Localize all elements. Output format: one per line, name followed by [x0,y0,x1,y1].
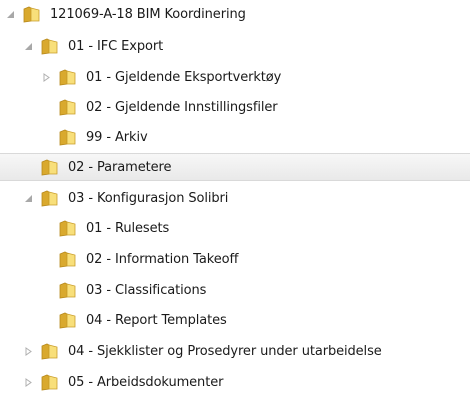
folder-icon [40,157,60,177]
folder-icon [58,67,78,87]
tree-item-label: 02 - Parametere [68,159,172,175]
tree-item-label: 01 - IFC Export [68,38,164,54]
expanded-arrow-icon[interactable] [22,40,34,52]
folder-icon [58,218,78,238]
tree-item-label: 03 - Konfigurasjon Solibri [68,190,229,206]
tree-item-gjeldende-eksportverktoy[interactable]: 01 - Gjeldende Eksportverktøy [0,63,470,91]
folder-icon [22,4,42,24]
tree-item-parametere[interactable]: 02 - Parametere [0,153,470,181]
tree-item-label: 121069-A-18 BIM Koordinering [50,6,246,22]
folder-icon [58,310,78,330]
tree-item-information-takeoff[interactable]: 02 - Information Takeoff [0,245,470,273]
tree-item-label: 01 - Rulesets [86,220,170,236]
folder-icon [58,280,78,300]
folder-tree: 121069-A-18 BIM Koordinering 01 - IFC Ex… [0,0,470,416]
folder-icon [58,249,78,269]
tree-item-report-templates[interactable]: 04 - Report Templates [0,306,470,334]
collapsed-arrow-icon[interactable] [40,71,52,83]
expanded-arrow-icon[interactable] [22,192,34,204]
tree-item-root[interactable]: 121069-A-18 BIM Koordinering [0,0,470,28]
tree-item-gjeldende-innstillingsfiler[interactable]: 02 - Gjeldende Innstillingsfiler [0,93,470,121]
tree-item-rulesets[interactable]: 01 - Rulesets [0,214,470,242]
expanded-arrow-icon[interactable] [4,8,16,20]
folder-icon [40,372,60,392]
collapsed-arrow-icon[interactable] [22,376,34,388]
tree-item-konfigurasjon-solibri[interactable]: 03 - Konfigurasjon Solibri [0,184,470,212]
tree-item-arbeidsdokumenter[interactable]: 05 - Arbeidsdokumenter [0,368,470,396]
folder-icon [58,97,78,117]
tree-item-label: 01 - Gjeldende Eksportverktøy [86,69,282,85]
tree-item-label: 02 - Information Takeoff [86,251,239,267]
tree-item-label: 02 - Gjeldende Innstillingsfiler [86,99,278,115]
tree-item-label: 04 - Sjekklister og Prosedyrer under uta… [68,343,382,359]
folder-icon [58,127,78,147]
tree-item-arkiv[interactable]: 99 - Arkiv [0,123,470,151]
tree-item-label: 03 - Classifications [86,282,207,298]
tree-item-label: 05 - Arbeidsdokumenter [68,374,224,390]
tree-item-ifc-export[interactable]: 01 - IFC Export [0,32,470,60]
folder-icon [40,188,60,208]
folder-icon [40,341,60,361]
tree-item-classifications[interactable]: 03 - Classifications [0,276,470,304]
tree-item-label: 99 - Arkiv [86,129,148,145]
tree-item-label: 04 - Report Templates [86,312,227,328]
folder-icon [40,36,60,56]
tree-item-sjekklister[interactable]: 04 - Sjekklister og Prosedyrer under uta… [0,337,470,365]
collapsed-arrow-icon[interactable] [22,345,34,357]
